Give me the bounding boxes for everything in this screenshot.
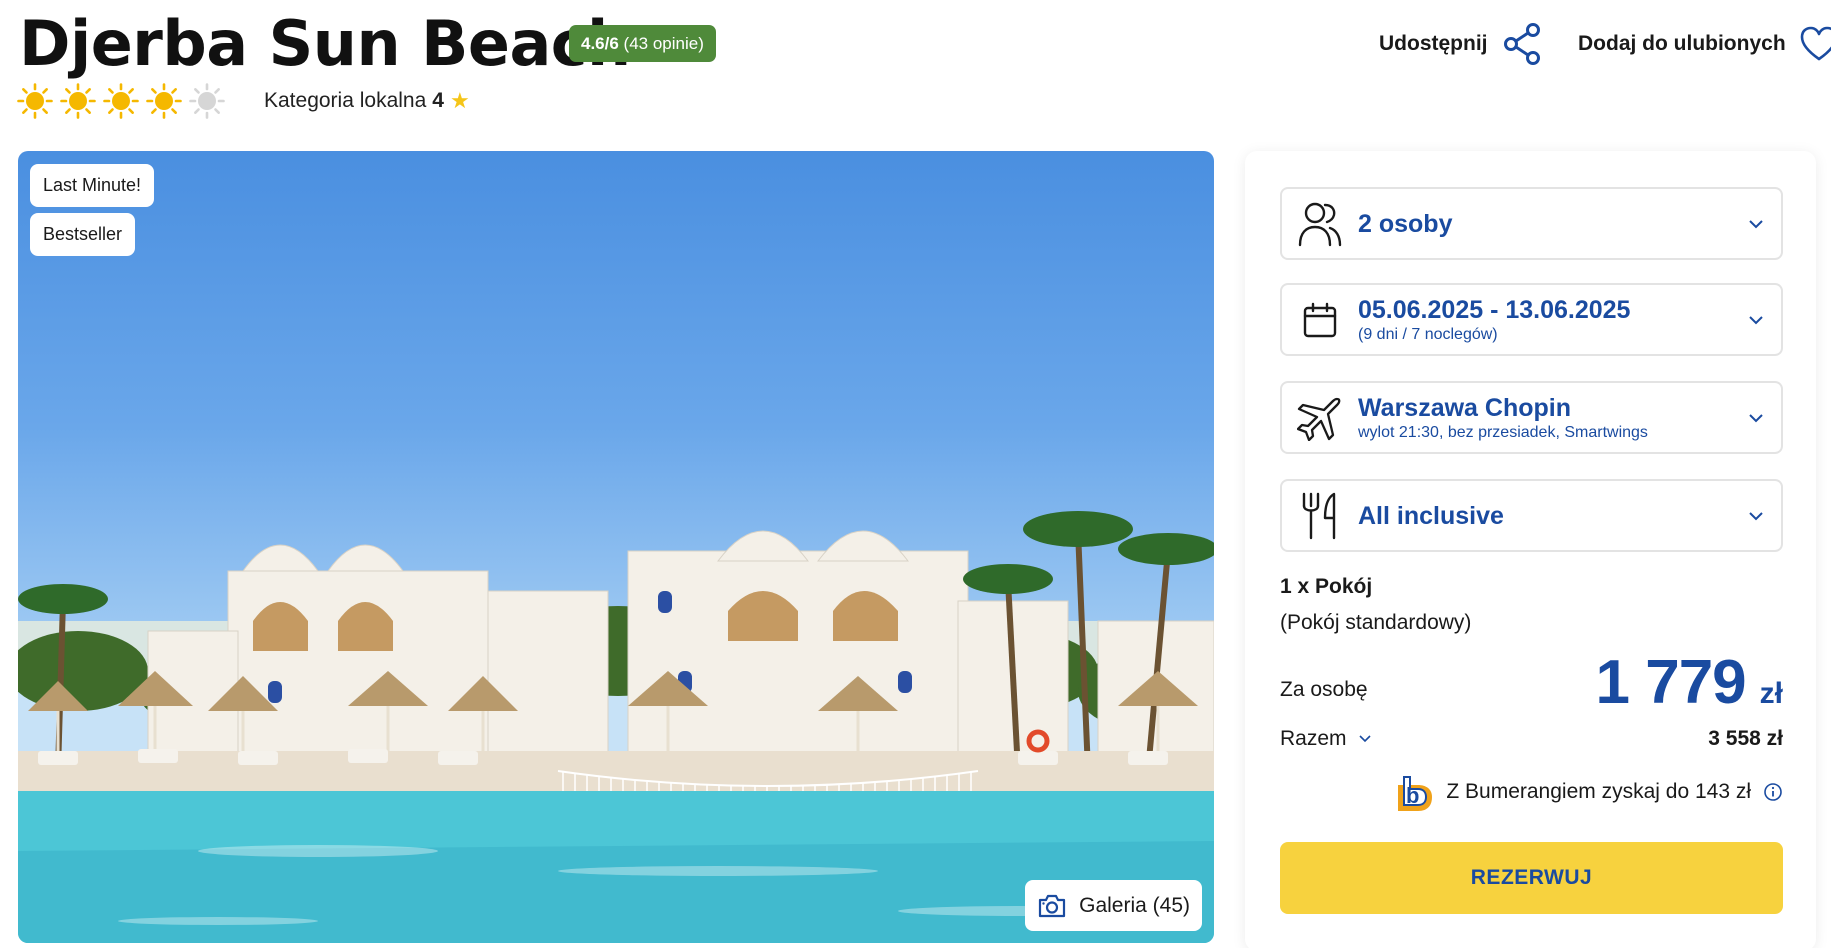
price-amount: 1 779 [1595, 648, 1747, 717]
camera-icon [1039, 894, 1066, 917]
room-title: 1 x Pokój [1280, 575, 1373, 598]
chevron-down-icon [1749, 219, 1763, 228]
sun-rating [17, 83, 225, 119]
booking-panel: 2 osoby 05.06.2025 - 13.06.2025 (9 dni /… [1245, 151, 1816, 948]
sun-icon-filled [17, 83, 53, 119]
rating-badge[interactable]: 4.6/6 (43 opinie) [569, 25, 716, 62]
total-value: 3 558 zł [1708, 727, 1783, 750]
hotel-title: Djerba Sun Beach [19, 7, 631, 80]
per-person-label: Za osobę [1280, 678, 1368, 701]
chevron-down-icon [1358, 735, 1371, 743]
room-type: (Pokój standardowy) [1280, 611, 1472, 634]
hotel-photo[interactable]: Last Minute! Bestseller Galeria (45) [18, 151, 1214, 943]
people-icon [1298, 202, 1342, 246]
local-category-label: Kategoria lokalna [264, 89, 427, 112]
gallery-button[interactable]: Galeria (45) [1025, 880, 1202, 931]
gallery-label: Galeria (45) [1079, 893, 1190, 917]
sun-icon-filled [146, 83, 182, 119]
heart-icon [1800, 26, 1831, 61]
people-value: 2 osoby [1358, 209, 1453, 238]
dates-value: 05.06.2025 - 13.06.2025 [1358, 295, 1631, 324]
rating-score: 4.6/6 [581, 34, 619, 53]
calendar-icon [1303, 302, 1337, 337]
bumerang-text: Z Bumerangiem zyskaj do 143 zł [1446, 780, 1751, 803]
sun-icon-empty [189, 83, 225, 119]
price-per-person: 1 779 zł [1596, 647, 1784, 718]
bumerang-logo-icon: b [1398, 776, 1433, 811]
price-currency: zł [1759, 677, 1783, 710]
chevron-down-icon [1749, 413, 1763, 422]
share-label: Udostępnij [1379, 32, 1488, 55]
bumerang-info: b Z Bumerangiem zyskaj do 143 zł [1392, 771, 1783, 813]
cutlery-icon [1302, 492, 1336, 539]
total-toggle[interactable]: Razem [1280, 727, 1371, 751]
people-selector[interactable]: 2 osoby [1280, 187, 1783, 260]
info-icon[interactable] [1763, 782, 1783, 802]
chevron-down-icon [1749, 315, 1763, 324]
plane-icon [1297, 397, 1341, 441]
flight-airport: Warszawa Chopin [1358, 393, 1571, 422]
sun-icon-filled [103, 83, 139, 119]
dates-selector[interactable]: 05.06.2025 - 13.06.2025 (9 dni / 7 nocle… [1280, 283, 1783, 356]
favorite-label: Dodaj do ulubionych [1578, 32, 1786, 55]
sun-icon-filled [60, 83, 96, 119]
svg-text:b: b [1406, 783, 1419, 808]
total-label: Razem [1280, 727, 1347, 750]
share-button[interactable]: Udostępnij [1379, 20, 1542, 68]
local-category-value: 4 [432, 89, 444, 112]
badge-last-minute: Last Minute! [30, 164, 155, 207]
chevron-down-icon [1749, 511, 1763, 520]
share-icon [1503, 23, 1540, 65]
board-selector[interactable]: All inclusive [1280, 479, 1783, 552]
badge-bestseller: Bestseller [30, 213, 136, 256]
book-button[interactable]: REZERWUJ [1280, 842, 1783, 914]
local-category: Kategoria lokalna 4 ★ [264, 89, 470, 113]
flight-details: wylot 21:30, bez przesiadek, Smartwings [1358, 423, 1648, 441]
board-value: All inclusive [1358, 501, 1504, 530]
dates-duration: (9 dni / 7 noclegów) [1358, 325, 1498, 343]
flight-selector[interactable]: Warszawa Chopin wylot 21:30, bez przesia… [1280, 381, 1783, 454]
star-icon: ★ [449, 88, 470, 113]
favorite-button[interactable]: Dodaj do ulubionych [1578, 20, 1831, 68]
rating-reviews: (43 opinie) [623, 34, 704, 53]
hotel-photo-scene [18, 511, 1214, 943]
